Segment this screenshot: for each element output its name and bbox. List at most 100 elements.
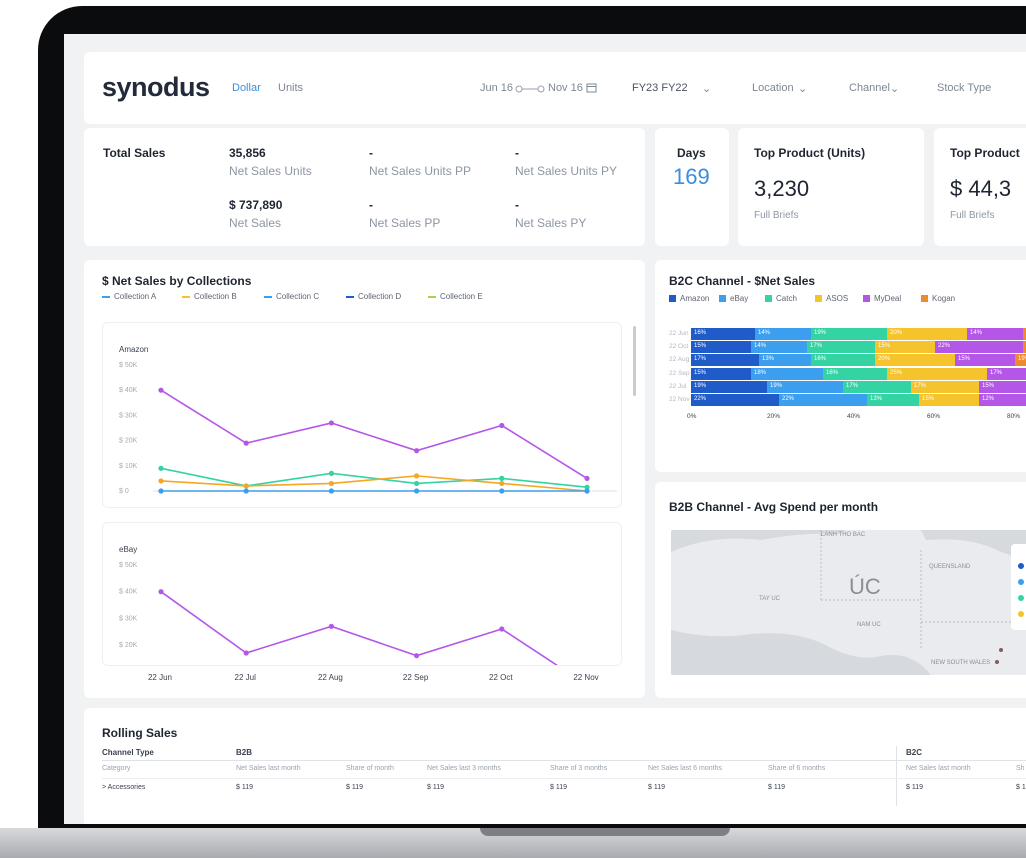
data-point — [243, 650, 249, 656]
top-product-units-title: Top Product (Units) — [754, 146, 866, 160]
tab-dollar[interactable]: Dollar — [232, 82, 261, 94]
bar-segment-catch[interactable]: 17% — [807, 341, 875, 354]
data-point — [499, 626, 505, 632]
fiscal-year-select[interactable]: FY23 FY22 — [632, 82, 688, 94]
calendar-icon[interactable] — [586, 82, 597, 93]
x-tick-label: 22 Jul — [235, 673, 257, 682]
bar-segment-amazon[interactable]: 16% — [691, 328, 755, 340]
net-sales-units-label: Net Sales Units — [229, 164, 312, 178]
bar-segment-amazon[interactable]: 22% — [691, 394, 779, 406]
fiscal-chevron-down-icon[interactable]: ⌄ — [702, 82, 711, 95]
y-tick-label: $ 40K — [119, 387, 138, 394]
series-line-collection-a — [160, 591, 559, 665]
channel-filter[interactable]: Channel — [849, 82, 890, 94]
amazon-line-chart: $ 50K $ 40K $ 30K $ 20K $ 10K $ 0 — [119, 362, 617, 495]
legend-collection-c[interactable]: Collection C — [264, 292, 319, 301]
bar-segment-asos[interactable]: 17% — [911, 380, 979, 393]
data-point — [158, 478, 164, 484]
row-accessories-toggle[interactable]: > Accessories — [102, 784, 145, 791]
bar-segment-amazon[interactable]: 15% — [691, 367, 751, 380]
bar-segment-catch[interactable]: 16% — [823, 367, 887, 380]
y-tick-label: $ 20K — [119, 642, 138, 649]
x-tick-label: 22 Jun — [148, 673, 172, 682]
location-filter[interactable]: Location — [752, 82, 794, 94]
header-divider — [102, 760, 1026, 761]
col-net-sales-last-6-months[interactable]: Net Sales last 6 months — [648, 765, 722, 772]
bar-segment-asos[interactable]: 20% — [875, 354, 955, 367]
bar-segment-mydeal[interactable]: 15% — [955, 354, 1015, 367]
bar-segment-ebay[interactable]: 14% — [755, 328, 811, 340]
y-tick-label: $ 0 — [119, 488, 129, 495]
legend-collection-e[interactable]: Collection E — [428, 292, 483, 301]
net-sales-units-py-value: - — [515, 146, 519, 160]
laptop-notch — [480, 828, 730, 836]
net-sales-pp-label: Net Sales PP — [369, 216, 441, 230]
days-card: Days 169 — [655, 128, 729, 246]
channel-chevron-down-icon[interactable]: ⌄ — [890, 82, 899, 95]
bar-segment-ebay[interactable]: 18% — [751, 367, 823, 380]
bar-segment-catch[interactable]: 17% — [843, 380, 911, 393]
net-sales-units-pp-label: Net Sales Units PP — [369, 164, 472, 178]
x-tick-label: 22 Sep — [403, 673, 429, 682]
y-tick-label: $ 30K — [119, 412, 138, 419]
bar-segment-ebay[interactable]: 14% — [751, 341, 807, 354]
x-tick-label: 20% — [767, 413, 781, 421]
b2c-col-net-sales-last-month[interactable]: Net Sales last month — [906, 765, 971, 772]
net-sales-py-label: Net Sales PY — [515, 216, 587, 230]
col-share-of-6-months[interactable]: Share of 6 months — [768, 765, 825, 772]
bar-segment-mydeal[interactable]: 12% — [979, 394, 1026, 406]
net-sales-label: Net Sales — [229, 216, 282, 230]
legend-collection-a[interactable]: Collection A — [102, 292, 156, 301]
bar-segment-mydeal[interactable]: 17% — [987, 367, 1026, 380]
location-chevron-down-icon[interactable]: ⌄ — [798, 82, 807, 95]
top-product-dollar-title: Top Product — [950, 146, 1020, 160]
synodus-logo[interactable]: synodus — [102, 72, 210, 103]
date-from[interactable]: Jun 16 — [480, 82, 513, 94]
col-net-sales-last-3-months[interactable]: Net Sales last 3 months — [427, 765, 501, 772]
b2b-map[interactable]: LANH THO BAC QUEENSLAND TAY UC NAM UC NE… — [671, 530, 1026, 675]
map-region-west: TAY UC — [759, 596, 781, 602]
collections-scrollbar[interactable] — [633, 326, 636, 396]
data-point — [158, 387, 164, 393]
x-tick-label: 60% — [927, 413, 941, 421]
net-sales-units-py-label: Net Sales Units PY — [515, 164, 618, 178]
bar-segment-amazon[interactable]: 15% — [691, 341, 751, 354]
bar-segment-ebay[interactable]: 13% — [759, 354, 811, 367]
bar-segment-mydeal[interactable]: 15% — [979, 380, 1026, 393]
stock-type-filter[interactable]: Stock Type — [937, 82, 991, 94]
tab-units[interactable]: Units — [278, 82, 303, 94]
bar-segment-asos[interactable]: 15% — [919, 394, 979, 406]
date-to[interactable]: Nov 16 — [548, 82, 583, 94]
y-tick-label: $ 40K — [119, 589, 138, 596]
bar-segment-catch[interactable]: 13% — [867, 394, 919, 406]
bar-segment-mydeal[interactable]: 22% — [935, 341, 1023, 354]
col-share-of-3-months[interactable]: Share of 3 months — [550, 765, 607, 772]
col-share-of-month[interactable]: Share of month — [346, 765, 394, 772]
bar-segment-kogan[interactable]: 19% — [1015, 354, 1026, 367]
b2c-col-share[interactable]: Sh — [1016, 765, 1025, 772]
legend-collection-b[interactable]: Collection B — [182, 292, 237, 301]
bar-segment-asos[interactable]: 20% — [887, 328, 967, 340]
bar-segment-catch[interactable]: 16% — [811, 354, 875, 367]
collections-x-axis: 22 Jun 22 Jul 22 Aug 22 Sep 22 Oct 22 Nov — [148, 673, 599, 682]
bar-category-label: 22 Jul — [669, 382, 687, 390]
map-legend — [1011, 544, 1026, 630]
b2b-title: B2B Channel - Avg Spend per month — [669, 500, 879, 514]
bar-segment-amazon[interactable]: 17% — [691, 354, 759, 367]
b2b-channel-card: B2B Channel - Avg Spend per month LANH T… — [655, 482, 1026, 698]
bar-segment-asos[interactable]: 15% — [875, 341, 935, 354]
map-region-south: NAM UC — [857, 622, 881, 628]
bar-segment-asos[interactable]: 25% — [887, 367, 987, 380]
bar-segment-mydeal[interactable]: 14% — [967, 328, 1023, 340]
total-sales-title: Total Sales — [103, 146, 166, 160]
data-point — [414, 480, 420, 487]
bar-segment-catch[interactable]: 19% — [811, 328, 887, 340]
rolling-sales-title: Rolling Sales — [102, 726, 178, 740]
bar-segment-ebay[interactable]: 22% — [779, 394, 867, 406]
legend-collection-d[interactable]: Collection D — [346, 292, 401, 301]
date-range-slider-icon[interactable] — [515, 85, 545, 93]
bar-segment-ebay[interactable]: 19% — [767, 380, 843, 393]
map-region-north: LANH THO BAC — [821, 532, 866, 538]
col-net-sales-last-month[interactable]: Net Sales last month — [236, 765, 301, 772]
bar-segment-amazon[interactable]: 19% — [691, 380, 767, 393]
